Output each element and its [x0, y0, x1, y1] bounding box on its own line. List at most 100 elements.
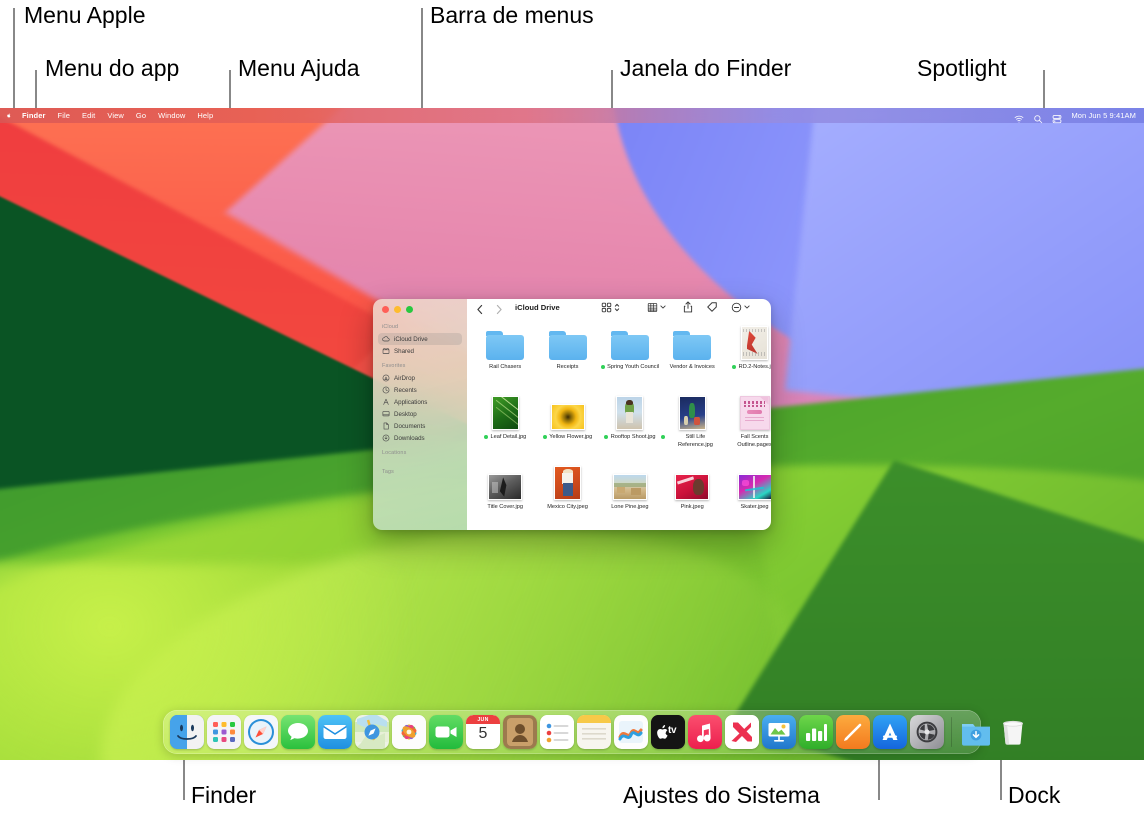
dock-item-news[interactable] — [725, 715, 759, 749]
share-icon[interactable] — [682, 301, 695, 314]
dock-item-keynote[interactable] — [762, 715, 796, 749]
action-menu-chevron-down-icon[interactable] — [744, 301, 751, 314]
file-item[interactable]: Pink.jpeg — [661, 460, 723, 530]
file-label: Leaf Detail.jpg — [490, 434, 527, 440]
window-traffic-lights — [373, 306, 467, 324]
sidebar-item-downloads[interactable]: Downloads — [378, 432, 462, 444]
action-menu-icon[interactable] — [730, 301, 743, 314]
status-badge — [542, 435, 547, 439]
annotation-spotlight: Spotlight — [917, 55, 1007, 81]
dock-item-system-settings[interactable] — [910, 715, 944, 749]
menu-item-help[interactable]: Help — [191, 112, 219, 120]
annotation-finder: Finder — [191, 782, 257, 808]
sidebar-item-desktop[interactable]: Desktop — [378, 408, 462, 420]
sidebar-item-label: Desktop — [394, 410, 417, 418]
sidebar-item-shared[interactable]: Shared — [378, 345, 462, 357]
file-item[interactable]: Vendor & Invoices — [661, 320, 723, 390]
group-by-chevron-down-icon[interactable] — [660, 301, 667, 314]
apple-logo-icon[interactable] — [7, 110, 16, 121]
menu-bar-clock[interactable]: Mon Jun 5 9:41AM — [1071, 111, 1136, 120]
menu-item-go[interactable]: Go — [130, 112, 152, 120]
sidebar-item-applications[interactable]: Applications — [378, 396, 462, 408]
file-item[interactable]: Spring Youth Council — [599, 320, 661, 390]
group-by-control — [646, 301, 667, 314]
dock-item-maps[interactable] — [355, 715, 389, 749]
dock[interactable]: JUN 5 tv — [163, 710, 1023, 754]
file-label: Fall Scents Outline.pages — [737, 434, 771, 448]
clock-icon — [382, 386, 390, 394]
menu-item-finder[interactable]: Finder — [16, 112, 52, 120]
zoom-button[interactable] — [406, 306, 413, 313]
view-stepper-icon[interactable] — [614, 301, 621, 314]
dock-item-reminders[interactable] — [540, 715, 574, 749]
sidebar-header-tags: Tags — [382, 469, 394, 475]
calendar-day-label: 5 — [478, 725, 488, 742]
menu-item-view[interactable]: View — [101, 112, 130, 120]
dock-item-mail[interactable] — [318, 715, 352, 749]
menu-item-edit[interactable]: Edit — [76, 112, 101, 120]
file-item[interactable]: Rooftop Shoot.jpg — [599, 390, 661, 460]
file-item[interactable]: Title Cover.jpg — [474, 460, 536, 530]
tag-icon[interactable] — [706, 301, 719, 314]
airdrop-icon — [382, 374, 390, 382]
sidebar-item-airdrop[interactable]: AirDrop — [378, 372, 462, 384]
status-badge — [604, 435, 609, 439]
dock-item-messages[interactable] — [281, 715, 315, 749]
dock-item-freeform[interactable] — [614, 715, 648, 749]
leader-line-menu-bar — [421, 8, 423, 116]
wifi-icon[interactable] — [1014, 111, 1024, 123]
menu-item-window[interactable]: Window — [152, 112, 191, 120]
dock-item-trash[interactable] — [996, 715, 1030, 749]
file-label: Still Life Reference.jpg — [678, 434, 713, 448]
dock-item-notes[interactable] — [577, 715, 611, 749]
dock-item-calendar[interactable]: JUN 5 — [466, 715, 500, 749]
dock-item-facetime[interactable] — [429, 715, 463, 749]
menu-bar-items: Finder File Edit View Go Window Help — [0, 110, 219, 121]
dock-item-finder[interactable] — [170, 715, 204, 749]
leader-line-menu-apple — [13, 8, 15, 116]
menu-item-file[interactable]: File — [52, 112, 77, 120]
annotation-finder-window: Janela do Finder — [620, 55, 792, 81]
close-button[interactable] — [382, 306, 389, 313]
file-label: Yellow Flower.jpg — [549, 434, 593, 440]
forward-chevron-icon[interactable] — [495, 302, 503, 314]
file-item[interactable]: Skater.jpeg — [723, 460, 771, 530]
back-chevron-icon[interactable] — [476, 302, 484, 314]
dock-item-photos[interactable] — [392, 715, 426, 749]
dock-item-music[interactable] — [688, 715, 722, 749]
group-by-icon[interactable] — [646, 301, 659, 314]
finder-window[interactable]: iCloud iCloud Drive Shared Favorites Air… — [373, 299, 771, 530]
sidebar-item-label: Documents — [394, 422, 426, 430]
sidebar-item-recents[interactable]: Recents — [378, 384, 462, 396]
status-badge — [661, 435, 666, 439]
file-item[interactable]: Fall Scents Outline.pages — [723, 390, 771, 460]
file-label: Title Cover.jpg — [487, 504, 523, 510]
spotlight-search-icon[interactable] — [1033, 111, 1043, 123]
file-label: Skater.jpeg — [740, 504, 769, 510]
dock-item-launchpad[interactable] — [207, 715, 241, 749]
file-item[interactable]: Still Life Reference.jpg — [661, 390, 723, 460]
file-item[interactable]: Receipts — [536, 320, 598, 390]
icon-view-icon[interactable] — [600, 301, 613, 314]
dock-item-numbers[interactable] — [799, 715, 833, 749]
dock-item-apple-tv[interactable]: tv — [651, 715, 685, 749]
file-item[interactable]: Leaf Detail.jpg — [474, 390, 536, 460]
control-center-icon[interactable] — [1052, 111, 1062, 123]
menu-bar[interactable]: Finder File Edit View Go Window Help Mon… — [0, 108, 1144, 123]
file-item[interactable]: RD.2-Notes.jpg — [723, 320, 771, 390]
sidebar-item-icloud-drive[interactable]: iCloud Drive — [378, 333, 462, 345]
dock-item-app-store[interactable] — [873, 715, 907, 749]
minimize-button[interactable] — [394, 306, 401, 313]
dock-item-pages[interactable] — [836, 715, 870, 749]
file-item[interactable]: Lone Pine.jpeg — [599, 460, 661, 530]
sidebar-header-icloud: iCloud — [382, 324, 399, 330]
dock-item-contacts[interactable] — [503, 715, 537, 749]
dock-item-safari[interactable] — [244, 715, 278, 749]
file-item[interactable]: Rail Chasers — [474, 320, 536, 390]
file-item[interactable]: Yellow Flower.jpg — [536, 390, 598, 460]
file-item[interactable]: Mexico City.jpeg — [536, 460, 598, 530]
folder-icon — [486, 320, 525, 360]
sidebar-item-documents[interactable]: Documents — [378, 420, 462, 432]
dock-item-downloads[interactable] — [959, 715, 993, 749]
image-thumbnail — [616, 390, 644, 430]
